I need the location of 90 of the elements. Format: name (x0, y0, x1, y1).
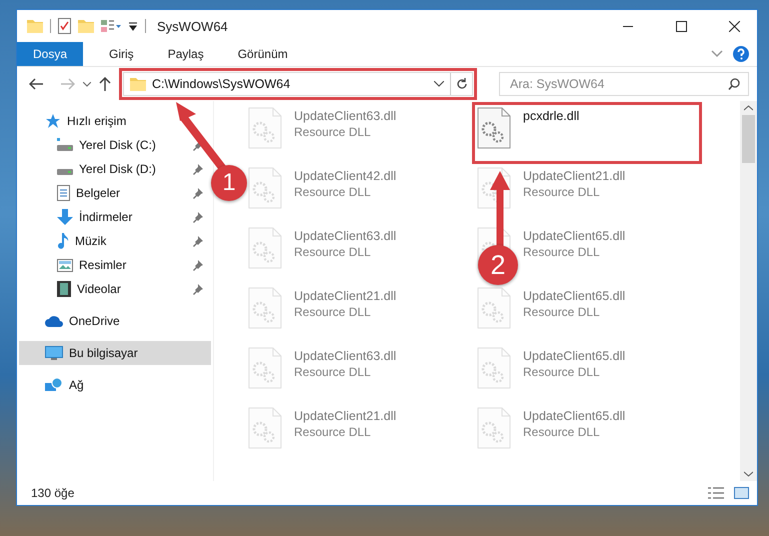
pin-icon[interactable] (193, 212, 203, 222)
file-type: Resource DLL (523, 305, 601, 319)
file-name[interactable]: UpdateClient65.dll (523, 409, 626, 423)
sidebar-item[interactable]: Videolar (19, 277, 211, 301)
file-name[interactable]: UpdateClient63.dll (294, 229, 396, 243)
file-name[interactable]: UpdateClient65.dll (523, 349, 626, 363)
star-icon (45, 113, 61, 129)
film-icon (57, 281, 71, 297)
picture-icon (57, 258, 73, 272)
window-title: SysWOW64 (157, 18, 229, 34)
network-icon (45, 377, 63, 393)
recent-locations-button[interactable] (83, 82, 91, 86)
file-type: Resource DLL (294, 125, 372, 139)
dll-file-icon (477, 107, 511, 149)
folder-icon (27, 19, 43, 33)
dll-file-icon (248, 347, 282, 389)
ribbon-tab[interactable]: Paylaş (156, 42, 216, 66)
file-name[interactable]: UpdateClient21.dll (523, 169, 626, 183)
dll-file-icon (248, 407, 282, 449)
file-type: Resource DLL (294, 425, 372, 439)
search-field[interactable]: Ara: SysWOW64 (499, 72, 749, 96)
file-type: Resource DLL (523, 425, 601, 439)
dll-file-icon (248, 227, 282, 269)
file-type: Resource DLL (294, 185, 372, 199)
dropdown-caret-icon[interactable] (434, 81, 444, 87)
dll-file-icon (477, 407, 511, 449)
cloud-icon (45, 315, 63, 327)
file-type: Resource DLL (523, 365, 601, 379)
sidebar-item[interactable]: OneDrive (19, 309, 211, 333)
file-name[interactable]: pcxdrle.dll (523, 109, 580, 123)
sidebar-item[interactable]: Hızlı erişim (19, 109, 211, 133)
file-name[interactable]: UpdateClient65.dll (523, 289, 626, 303)
sidebar-item[interactable]: İndirmeler (19, 205, 211, 229)
file-type: Resource DLL (294, 365, 372, 379)
new-folder-icon (78, 19, 94, 33)
file-type: Resource DLL (294, 245, 372, 259)
music-note-icon (57, 233, 69, 249)
search-icon[interactable] (728, 78, 740, 90)
help-icon[interactable] (733, 46, 749, 62)
dll-file-icon (477, 347, 511, 389)
back-button[interactable] (29, 78, 43, 90)
file-name[interactable]: UpdateClient42.dll (294, 169, 396, 183)
up-button[interactable] (99, 77, 111, 91)
pin-icon[interactable] (193, 284, 203, 294)
pin-icon[interactable] (193, 236, 203, 246)
file-name[interactable]: UpdateClient21.dll (294, 409, 396, 423)
scroll-up-icon[interactable] (744, 105, 753, 111)
file-name[interactable]: UpdateClient65.dll (523, 229, 626, 243)
maximize-icon[interactable] (676, 20, 686, 32)
ribbon-tab[interactable]: Dosya (17, 42, 84, 66)
properties-icon[interactable] (58, 18, 71, 34)
download-arrow-icon (57, 209, 73, 225)
sidebar-item[interactable]: Bu bilgisayar (19, 341, 211, 365)
file-name[interactable]: UpdateClient21.dll (294, 289, 396, 303)
folder-icon (130, 77, 146, 91)
drive-icon (57, 169, 73, 175)
expand-ribbon-icon[interactable] (711, 50, 723, 58)
details-view-icon[interactable] (708, 487, 724, 499)
sidebar-item[interactable]: Yerel Disk (C:) (19, 133, 211, 157)
file-name[interactable]: UpdateClient63.dll (294, 109, 396, 123)
customize-caret-icon[interactable] (128, 21, 138, 31)
pin-icon[interactable] (193, 164, 203, 174)
large-icons-view-icon[interactable] (734, 487, 749, 499)
sidebar-item[interactable]: Belgeler (19, 181, 211, 205)
sidebar-item[interactable]: Ağ (19, 373, 211, 397)
close-icon[interactable] (728, 20, 740, 32)
file-name[interactable]: UpdateClient63.dll (294, 349, 396, 363)
ribbon-tab[interactable]: Görünüm (226, 42, 300, 66)
sidebar-item[interactable]: Resimler (19, 253, 211, 277)
sidebar-item[interactable]: Yerel Disk (D:) (19, 157, 211, 181)
pin-icon[interactable] (193, 260, 203, 270)
scroll-thumb[interactable] (742, 115, 755, 163)
file-type: Resource DLL (523, 245, 601, 259)
view-options-icon[interactable] (101, 19, 121, 33)
drive-icon (57, 138, 73, 152)
file-type: Resource DLL (523, 185, 601, 199)
dll-file-icon (248, 107, 282, 149)
file-type: Resource DLL (294, 305, 372, 319)
scroll-down-icon[interactable] (744, 471, 753, 477)
ribbon-tab[interactable]: Giriş (97, 42, 146, 66)
pin-icon[interactable] (193, 188, 203, 198)
document-icon (57, 185, 70, 201)
dll-file-icon (248, 167, 282, 209)
scrollbar[interactable] (740, 101, 757, 481)
sidebar-item[interactable]: Müzik (19, 229, 211, 253)
monitor-icon (45, 346, 63, 360)
dll-file-icon (477, 287, 511, 329)
dll-file-icon (248, 287, 282, 329)
refresh-icon[interactable] (456, 78, 468, 90)
item-count: 130 öğe (31, 486, 76, 500)
